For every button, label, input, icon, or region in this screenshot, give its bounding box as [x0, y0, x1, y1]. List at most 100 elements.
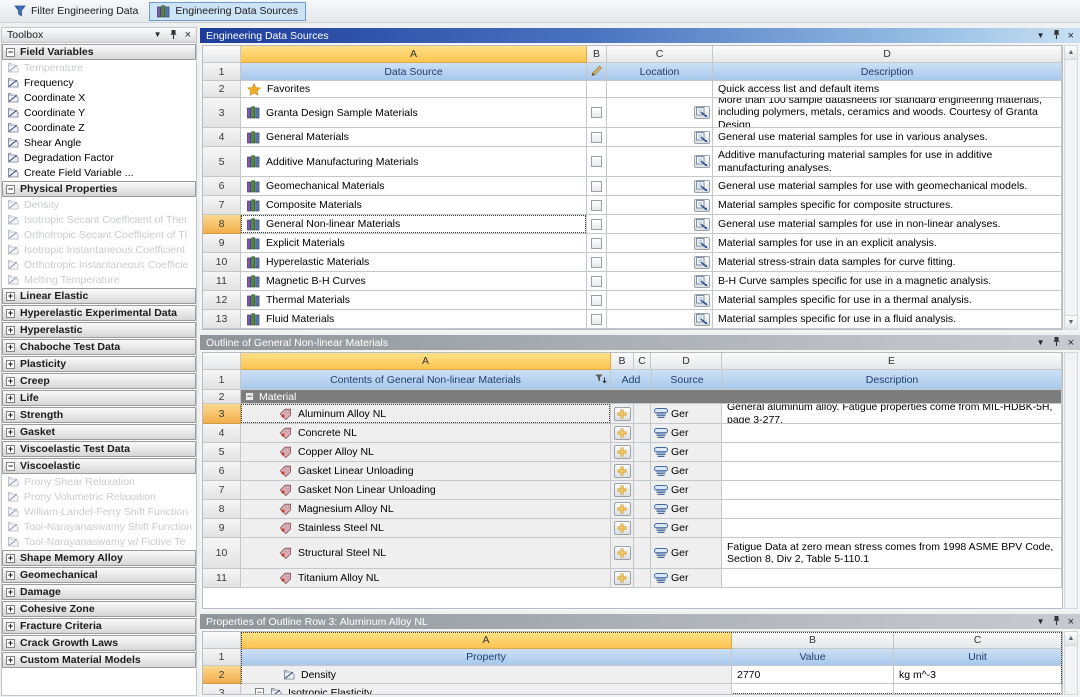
add-material-button[interactable]	[614, 426, 631, 440]
source-cell[interactable]: Ger	[651, 569, 722, 588]
toolbox-item-degradation-factor[interactable]: Degradation Factor	[2, 150, 196, 165]
collapse-icon[interactable]: −	[6, 48, 15, 57]
checkbox[interactable]	[591, 276, 602, 287]
c-cell[interactable]	[634, 424, 651, 443]
data-source-row[interactable]: 10Hyperelastic MaterialsMaterial stress-…	[203, 253, 1062, 272]
toolbox-item-coordinate-z[interactable]: Coordinate Z	[2, 120, 196, 135]
data-source-name-cell[interactable]: Geomechanical Materials	[241, 177, 587, 196]
description-cell[interactable]: Quick access list and default items	[713, 81, 1062, 98]
checkbox-cell[interactable]	[587, 81, 607, 98]
add-cell[interactable]	[611, 424, 634, 443]
data-source-name-cell[interactable]: Favorites	[241, 81, 587, 98]
checkbox[interactable]	[591, 156, 602, 167]
material-row[interactable]: 9Stainless Steel NL Ger	[203, 519, 1062, 538]
toolbox-section-creep[interactable]: +Creep	[2, 373, 196, 389]
toolbox-section-life[interactable]: +Life	[2, 390, 196, 406]
engineering-data-sources-button[interactable]: Engineering Data Sources	[149, 2, 306, 21]
checkbox-cell[interactable]	[587, 272, 607, 291]
toolbox-section-gasket[interactable]: +Gasket	[2, 424, 196, 440]
data-source-name-cell[interactable]: General Non-linear Materials	[241, 215, 587, 234]
description-cell[interactable]: General use material samples for use in …	[713, 215, 1062, 234]
browse-location-button[interactable]	[694, 218, 710, 231]
row-number[interactable]: 11	[203, 272, 241, 291]
material-row[interactable]: 5Copper Alloy NLGer	[203, 443, 1062, 462]
material-group-band[interactable]: −Material	[241, 390, 1062, 404]
checkbox-cell[interactable]	[587, 128, 607, 147]
column-letter-a[interactable]: A	[241, 353, 611, 370]
add-cell[interactable]	[611, 404, 634, 424]
description-cell[interactable]	[722, 481, 1062, 500]
source-cell[interactable]: Ger	[651, 481, 722, 500]
add-material-button[interactable]	[614, 502, 631, 516]
c-cell[interactable]	[634, 500, 651, 519]
material-group-row[interactable]: 2−Material	[203, 390, 1062, 404]
expand-icon[interactable]: +	[6, 377, 15, 386]
expand-icon[interactable]: +	[6, 588, 15, 597]
location-cell[interactable]	[607, 291, 713, 310]
row-number[interactable]: 7	[203, 196, 241, 215]
collapse-icon[interactable]: −	[255, 688, 264, 695]
add-material-button[interactable]	[614, 546, 631, 560]
checkbox-cell[interactable]	[587, 98, 607, 128]
material-row[interactable]: 4Concrete NLGer	[203, 424, 1062, 443]
material-name-cell[interactable]: Titanium Alloy NL	[241, 569, 611, 588]
source-cell[interactable]: Ger	[651, 443, 722, 462]
browse-location-button[interactable]	[694, 106, 710, 119]
expand-icon[interactable]: +	[6, 605, 15, 614]
location-cell[interactable]	[607, 147, 713, 177]
toolbox-section-crack-growth-laws[interactable]: +Crack Growth Laws	[2, 635, 196, 651]
add-cell[interactable]	[611, 538, 634, 569]
material-name-cell[interactable]: Magnesium Alloy NL	[241, 500, 611, 519]
property-name-cell[interactable]: −Isotropic Elasticity	[241, 684, 732, 695]
property-row[interactable]: 3−Isotropic Elasticity	[203, 684, 1062, 695]
close-icon[interactable]: ×	[1068, 617, 1074, 627]
description-cell[interactable]	[722, 569, 1062, 588]
expand-icon[interactable]: +	[6, 445, 15, 454]
toolbox-item-coordinate-x[interactable]: Coordinate X	[2, 90, 196, 105]
data-source-row[interactable]: 4General MaterialsGeneral use material s…	[203, 128, 1062, 147]
description-cell[interactable]: Material samples specific for composite …	[713, 196, 1062, 215]
material-name-cell[interactable]: Aluminum Alloy NL	[241, 404, 611, 424]
pin-icon[interactable]	[169, 29, 178, 42]
property-row[interactable]: 2Density2770kg m^-3	[203, 666, 1062, 684]
c-cell[interactable]	[634, 569, 651, 588]
add-cell[interactable]	[611, 569, 634, 588]
row-number[interactable]: 2	[203, 666, 241, 684]
browse-location-button[interactable]	[694, 313, 710, 326]
unit-cell[interactable]	[894, 684, 1062, 695]
material-name-cell[interactable]: Stainless Steel NL	[241, 519, 611, 538]
row-number[interactable]: 1	[203, 649, 241, 666]
expand-icon[interactable]: +	[6, 360, 15, 369]
checkbox[interactable]	[591, 181, 602, 192]
collapse-icon[interactable]: −	[6, 185, 15, 194]
scroll-up-icon[interactable]: ▲	[1065, 46, 1077, 60]
toolbox-item-create-field-variable-[interactable]: Create Field Variable ...	[2, 165, 196, 180]
location-cell[interactable]	[607, 215, 713, 234]
add-cell[interactable]	[611, 519, 634, 538]
material-row[interactable]: 11Titanium Alloy NL Ger	[203, 569, 1062, 588]
row-number[interactable]: 9	[203, 519, 241, 538]
description-cell[interactable]	[722, 519, 1062, 538]
add-cell[interactable]	[611, 462, 634, 481]
data-source-row[interactable]: 9Explicit MaterialsMaterial samples for …	[203, 234, 1062, 253]
row-number[interactable]: 11	[203, 569, 241, 588]
material-row[interactable]: 8Magnesium Alloy NLGer	[203, 500, 1062, 519]
data-source-name-cell[interactable]: Granta Design Sample Materials	[241, 98, 587, 128]
row-number[interactable]: 1	[203, 370, 241, 390]
column-letter-b[interactable]: B	[611, 353, 634, 370]
row-number[interactable]: 7	[203, 481, 241, 500]
checkbox-cell[interactable]	[587, 147, 607, 177]
row-number[interactable]: 2	[203, 81, 241, 98]
row-number[interactable]: 9	[203, 234, 241, 253]
checkbox[interactable]	[591, 314, 602, 325]
checkbox-cell[interactable]	[587, 196, 607, 215]
data-source-name-cell[interactable]: General Materials	[241, 128, 587, 147]
c-cell[interactable]	[634, 404, 651, 424]
value-cell[interactable]	[732, 684, 894, 695]
toolbox-section-linear-elastic[interactable]: +Linear Elastic	[2, 288, 196, 304]
data-source-row[interactable]: 12Thermal MaterialsMaterial samples spec…	[203, 291, 1062, 310]
checkbox-cell[interactable]	[587, 177, 607, 196]
checkbox[interactable]	[591, 238, 602, 249]
expand-icon[interactable]: +	[6, 292, 15, 301]
source-cell[interactable]: Ger	[651, 519, 722, 538]
